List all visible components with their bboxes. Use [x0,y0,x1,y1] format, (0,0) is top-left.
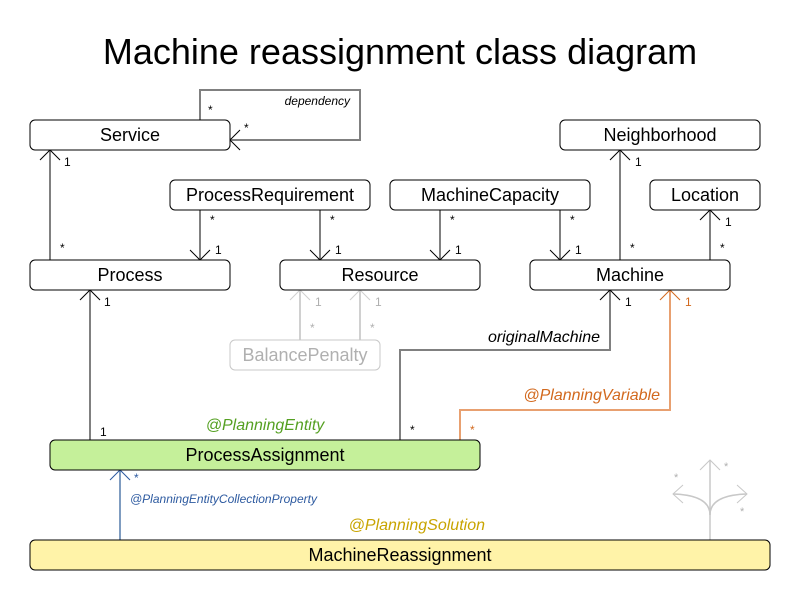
class-machine[interactable]: Machine [529,259,731,291]
class-machine-capacity[interactable]: MachineCapacity [389,179,591,211]
multiplicity: * [330,213,335,227]
dependency-label: dependency [285,94,351,108]
class-label: Resource [341,265,418,285]
multiplicity: 1 [64,155,71,169]
multiplicity: * [470,423,475,437]
processassignment-process-association [79,289,101,440]
multiplicity-labels: * * 1 * * 1 * 1 * 1 * 1 1 * 1 * 1 * 1 * … [60,103,732,485]
machine-neighborhood-association [609,149,631,260]
multiplicity: 1 [625,295,632,309]
multiplicity: 1 [100,425,107,439]
class-location[interactable]: Location [649,179,761,211]
machinecapacity-resource-association [429,210,451,261]
multi-direction-arrow-icon: * * * [672,459,748,540]
processrequirement-process-association [189,210,211,261]
multiplicity: 1 [575,243,582,257]
class-label: ProcessAssignment [185,445,344,465]
original-machine-label: originalMachine [488,329,600,346]
balancepenalty-resource-associations [289,289,371,340]
multiplicity: * [134,471,139,485]
class-label: MachineCapacity [421,185,559,205]
class-process[interactable]: Process [29,259,231,291]
multiplicity: * [310,321,315,335]
planning-entity-label: @PlanningEntity [206,417,326,434]
multiplicity: * [450,213,455,227]
class-label: BalancePenalty [242,345,367,365]
multiplicity: 1 [335,243,342,257]
machinecapacity-machine-association [549,210,571,261]
class-machine-reassignment[interactable]: MachineReassignment [29,539,771,571]
process-service-association [39,149,61,260]
multiplicity: 1 [315,295,322,309]
multiplicity: * [570,213,575,227]
class-label: ProcessRequirement [186,185,354,205]
processrequirement-resource-association [309,210,331,261]
machine-location-association [699,209,721,260]
planning-variable-label: @PlanningVariable [523,387,660,404]
multiplicity: * [370,321,375,335]
class-process-requirement[interactable]: ProcessRequirement [169,179,371,211]
multiplicity: * [60,241,65,255]
class-label: MachineReassignment [308,545,491,565]
multiplicity: * [630,241,635,255]
multiplicity: * [208,103,213,117]
class-process-assignment[interactable]: ProcessAssignment [49,439,481,471]
diagram-title: Machine reassignment class diagram [103,31,697,72]
planning-variable-association [459,289,681,440]
svg-text:*: * [724,461,729,473]
class-label: Process [97,265,162,285]
class-service[interactable]: Service [29,119,231,151]
class-resource[interactable]: Resource [279,259,481,291]
class-diagram: Machine reassignment class diagram * * *… [29,31,771,571]
multiplicity: 1 [685,295,692,309]
class-label: Service [100,125,160,145]
svg-text:*: * [674,472,679,484]
class-label: Neighborhood [603,125,716,145]
planning-entity-collection-property-label: @PlanningEntityCollectionProperty [130,492,318,506]
planning-solution-label: @PlanningSolution [349,517,485,534]
class-label: Location [671,185,739,205]
multiplicity: 1 [455,243,462,257]
class-label: Machine [596,265,664,285]
original-machine-association [399,289,621,440]
multiplicity: 1 [104,295,111,309]
multiplicity: 1 [215,243,222,257]
multiplicity: * [210,213,215,227]
multiplicity: 1 [725,215,732,229]
multiplicity: * [244,121,249,135]
class-neighborhood[interactable]: Neighborhood [559,119,761,151]
multiplicity: 1 [635,155,642,169]
multiplicity: * [720,241,725,255]
multiplicity: 1 [375,295,382,309]
class-balance-penalty[interactable]: BalancePenalty [229,339,381,371]
multiplicity: * [410,423,415,437]
svg-text:*: * [740,506,745,518]
entity-collection-association [109,469,131,540]
